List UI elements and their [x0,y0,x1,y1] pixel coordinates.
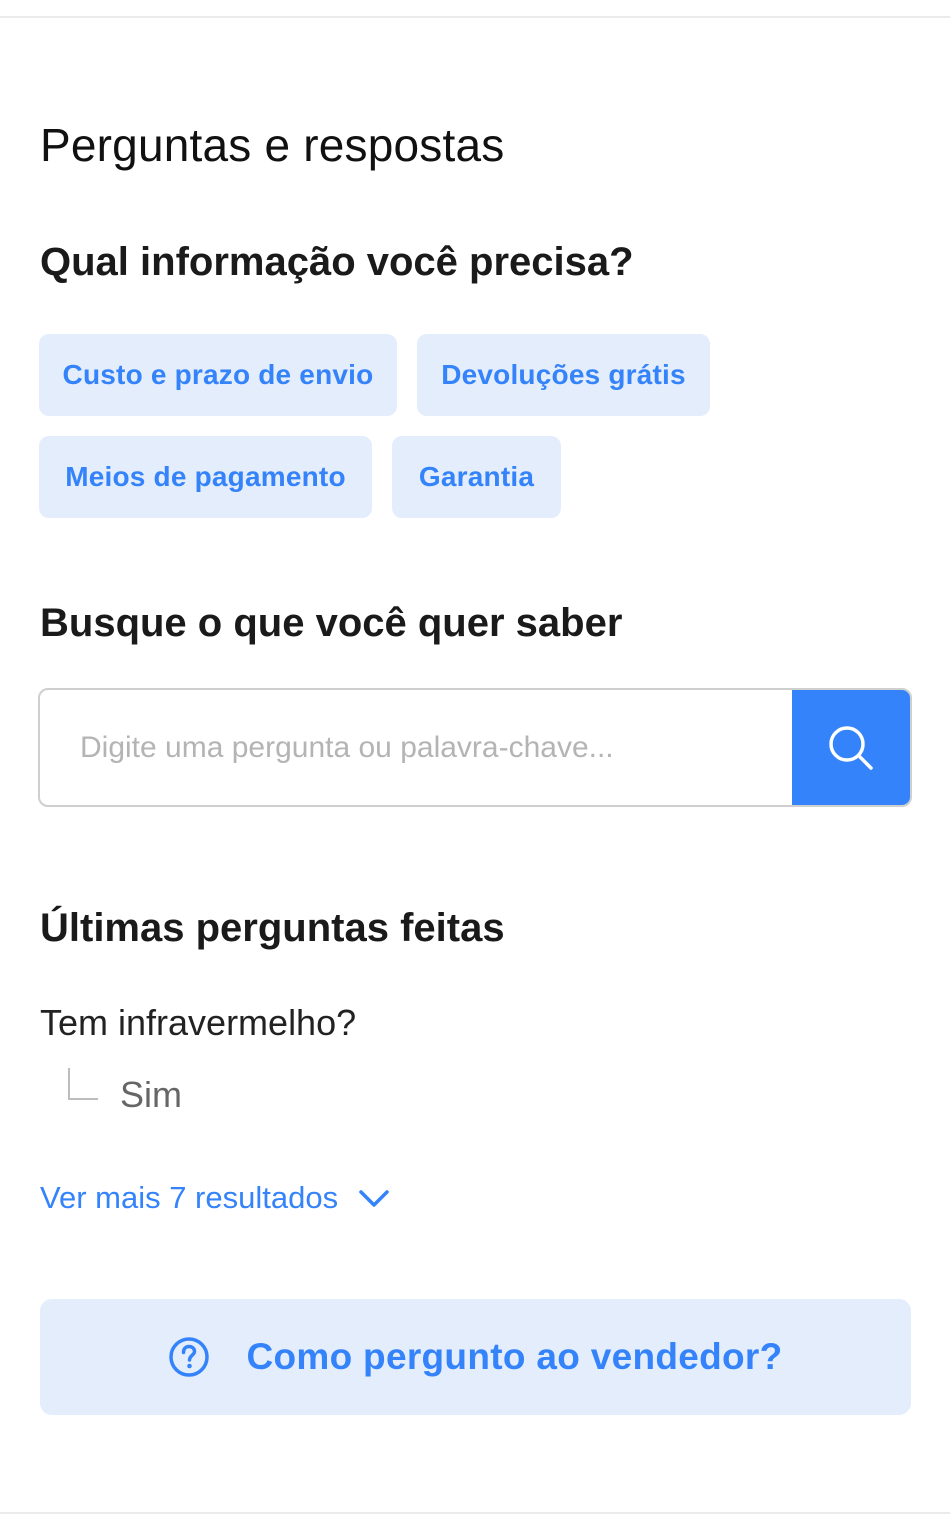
chip-warranty[interactable]: Garantia [392,436,561,518]
search-icon [829,725,873,770]
ask-seller-label: Como pergunto ao vendedor? [246,1336,783,1377]
bottom-divider [0,1512,950,1514]
see-more-label: Ver mais 7 resultados [40,1180,339,1215]
search-input[interactable] [40,690,792,805]
chip-free-returns[interactable]: Devoluções grátis [417,334,710,416]
search-button[interactable] [792,690,910,805]
latest-answer: Sim [120,1074,182,1115]
latest-questions-heading: Últimas perguntas feitas [40,906,505,950]
chip-payment-methods[interactable]: Meios de pagamento [39,436,372,518]
answer-connector-icon [68,1068,98,1100]
chevron-down-icon [359,1190,389,1207]
search-box [38,688,912,807]
ask-seller-button[interactable]: Como pergunto ao vendedor? [40,1299,911,1415]
info-question-heading: Qual informação você precisa? [40,240,634,284]
see-more-link[interactable]: Ver mais 7 resultados [40,1180,390,1216]
search-heading: Busque o que você quer saber [40,601,623,645]
latest-question: Tem infravermelho? [40,1002,357,1043]
chip-shipping[interactable]: Custo e prazo de envio [39,334,397,416]
latest-answer-row: Sim [68,1066,182,1116]
section-title: Perguntas e respostas [40,119,505,171]
question-circle-icon [169,1337,210,1377]
top-divider [0,16,950,18]
